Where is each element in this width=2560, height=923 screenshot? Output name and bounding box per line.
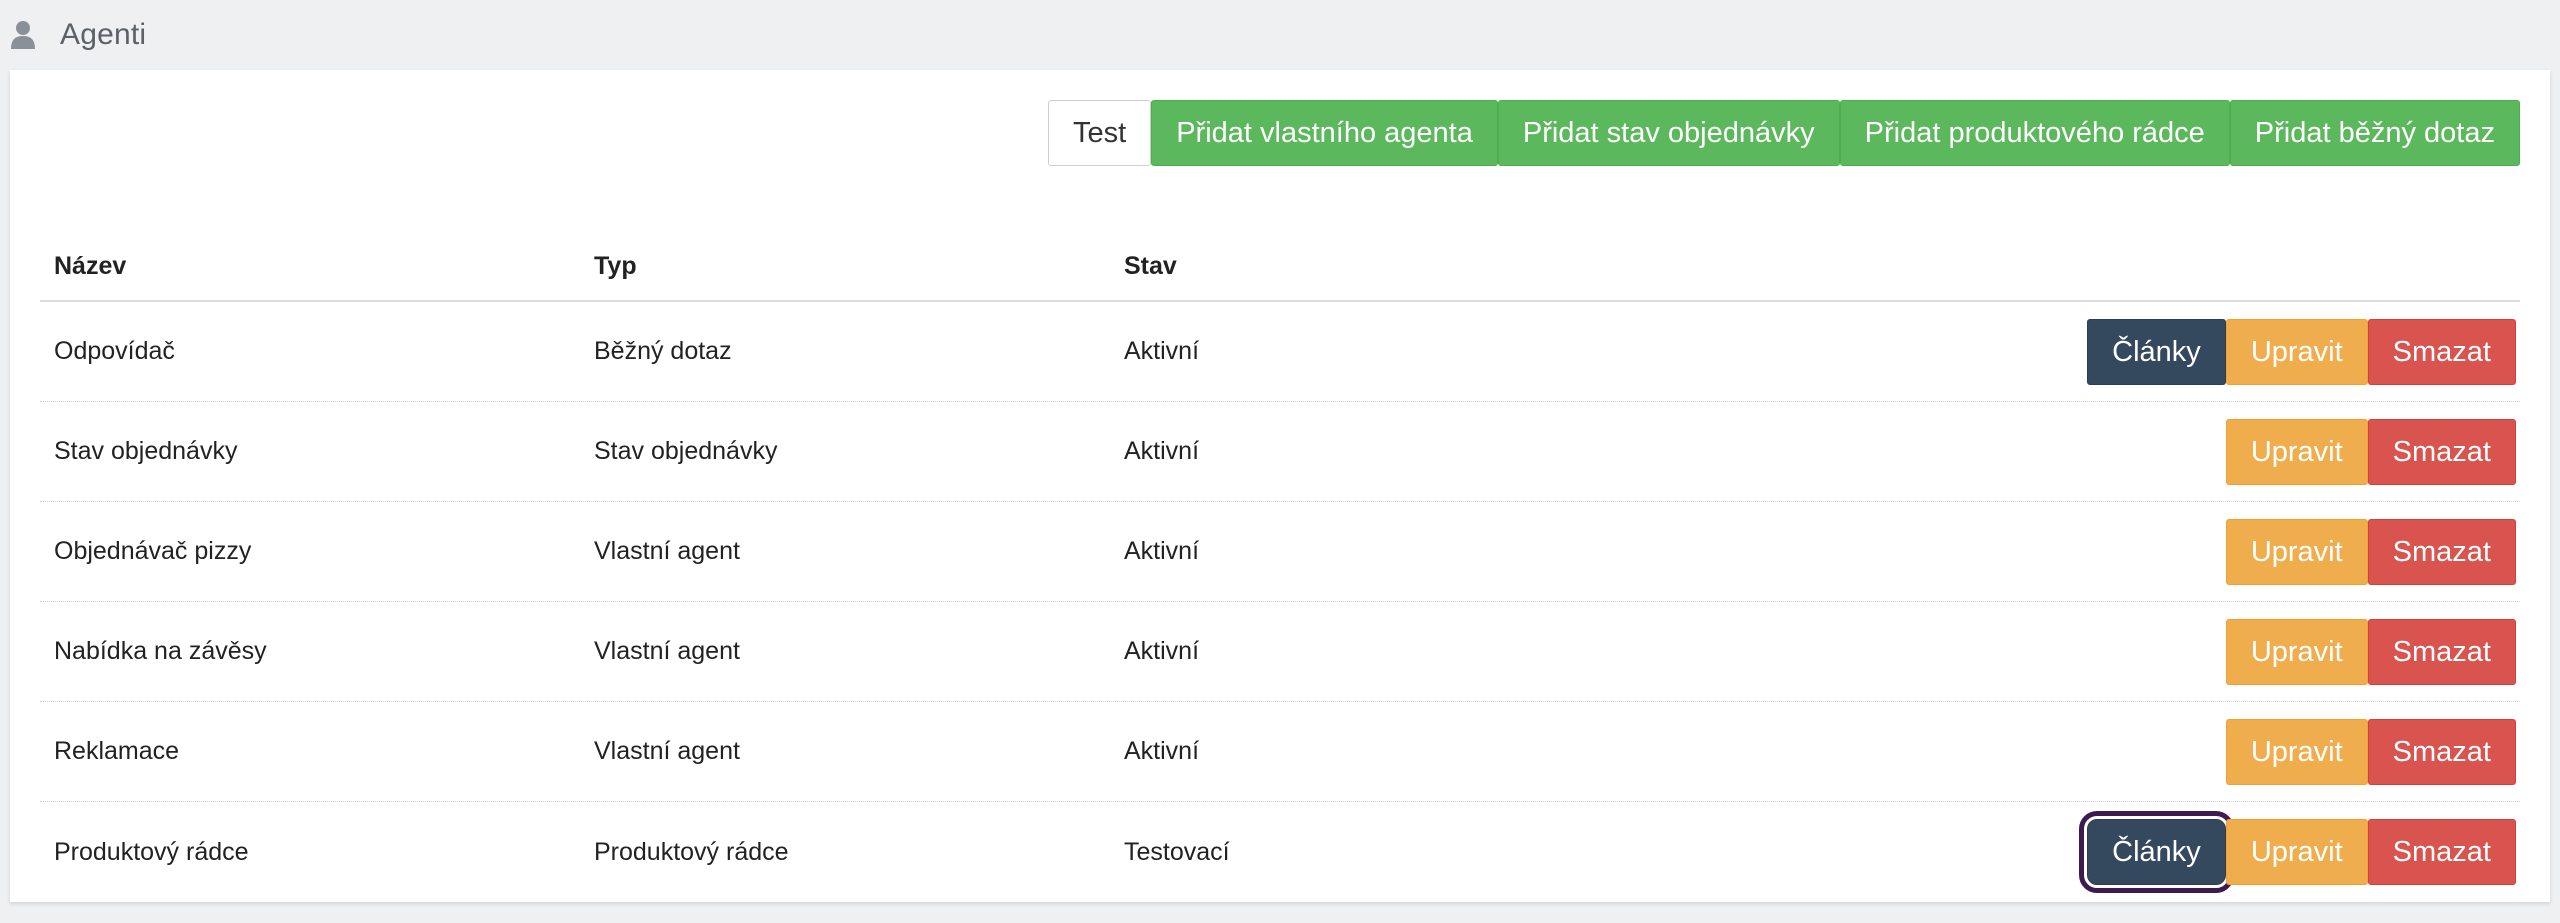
delete-button[interactable]: Smazat	[2367, 618, 2516, 685]
delete-button[interactable]: Smazat	[2367, 418, 2516, 485]
table-row: Nabídka na závěsy Vlastní agent Aktivní …	[40, 602, 2520, 702]
agents-panel: Test Přidat vlastního agenta Přidat stav…	[10, 70, 2550, 902]
cell-type: Vlastní agent	[594, 737, 740, 765]
cell-name: Objednávač pizzy	[54, 537, 252, 565]
cell-state: Aktivní	[1124, 337, 1200, 365]
edit-button[interactable]: Upravit	[2225, 318, 2368, 385]
edit-button[interactable]: Upravit	[2225, 819, 2368, 885]
cell-type: Produktový rádce	[594, 837, 789, 866]
toolbar: Test Přidat vlastního agenta Přidat stav…	[1048, 100, 2520, 166]
delete-button[interactable]: Smazat	[2367, 718, 2516, 785]
user-icon	[10, 20, 36, 50]
cell-state: Aktivní	[1124, 737, 1200, 765]
add-custom-agent-button[interactable]: Přidat vlastního agenta	[1151, 100, 1498, 166]
add-common-query-button[interactable]: Přidat běžný dotaz	[2229, 100, 2520, 166]
table-row: Produktový rádce Produktový rádce Testov…	[40, 802, 2520, 902]
cell-type: Běžný dotaz	[594, 337, 732, 365]
test-button[interactable]: Test	[1048, 100, 1152, 166]
cell-state: Aktivní	[1124, 637, 1200, 665]
cell-type: Vlastní agent	[594, 637, 740, 665]
cell-state: Testovací	[1124, 837, 1230, 866]
header-type: Typ	[594, 251, 637, 280]
row-actions: Články Upravit Smazat	[1824, 811, 2520, 893]
table-header: Název Typ Stav	[40, 232, 2520, 302]
row-actions: Články Upravit Smazat	[1824, 318, 2520, 385]
table-row: Reklamace Vlastní agent Aktivní Upravit …	[40, 702, 2520, 802]
delete-button[interactable]: Smazat	[2367, 819, 2516, 885]
table-row: Odpovídač Běžný dotaz Aktivní Články Upr…	[40, 302, 2520, 402]
cell-name: Nabídka na závěsy	[54, 637, 267, 665]
cell-type: Vlastní agent	[594, 537, 740, 565]
cell-state: Aktivní	[1124, 537, 1200, 565]
table-row: Stav objednávky Stav objednávky Aktivní …	[40, 402, 2520, 502]
row-actions: Upravit Smazat	[1824, 418, 2520, 485]
edit-button[interactable]: Upravit	[2225, 618, 2368, 685]
cell-name: Stav objednávky	[54, 437, 238, 465]
articles-button[interactable]: Články	[2079, 811, 2234, 893]
header-name: Název	[54, 251, 127, 280]
edit-button[interactable]: Upravit	[2225, 418, 2368, 485]
header-state: Stav	[1124, 251, 1177, 280]
delete-button[interactable]: Smazat	[2367, 518, 2516, 585]
agents-table: Název Typ Stav Odpovídač Běžný dotaz Akt…	[40, 232, 2520, 902]
cell-name: Odpovídač	[54, 337, 175, 365]
articles-button[interactable]: Články	[2087, 318, 2226, 385]
cell-name: Produktový rádce	[54, 837, 249, 866]
delete-button[interactable]: Smazat	[2367, 318, 2516, 385]
add-order-state-button[interactable]: Přidat stav objednávky	[1497, 100, 1840, 166]
page-title: Agenti	[60, 18, 147, 51]
edit-button[interactable]: Upravit	[2225, 518, 2368, 585]
cell-type: Stav objednávky	[594, 437, 778, 465]
add-product-advisor-button[interactable]: Přidat produktového rádce	[1839, 100, 2230, 166]
edit-button[interactable]: Upravit	[2225, 718, 2368, 785]
cell-state: Aktivní	[1124, 437, 1200, 465]
row-actions: Upravit Smazat	[1824, 718, 2520, 785]
row-actions: Upravit Smazat	[1824, 618, 2520, 685]
table-row: Objednávač pizzy Vlastní agent Aktivní U…	[40, 502, 2520, 602]
row-actions: Upravit Smazat	[1824, 518, 2520, 585]
cell-name: Reklamace	[54, 737, 180, 765]
page-header: Agenti	[0, 0, 2560, 70]
